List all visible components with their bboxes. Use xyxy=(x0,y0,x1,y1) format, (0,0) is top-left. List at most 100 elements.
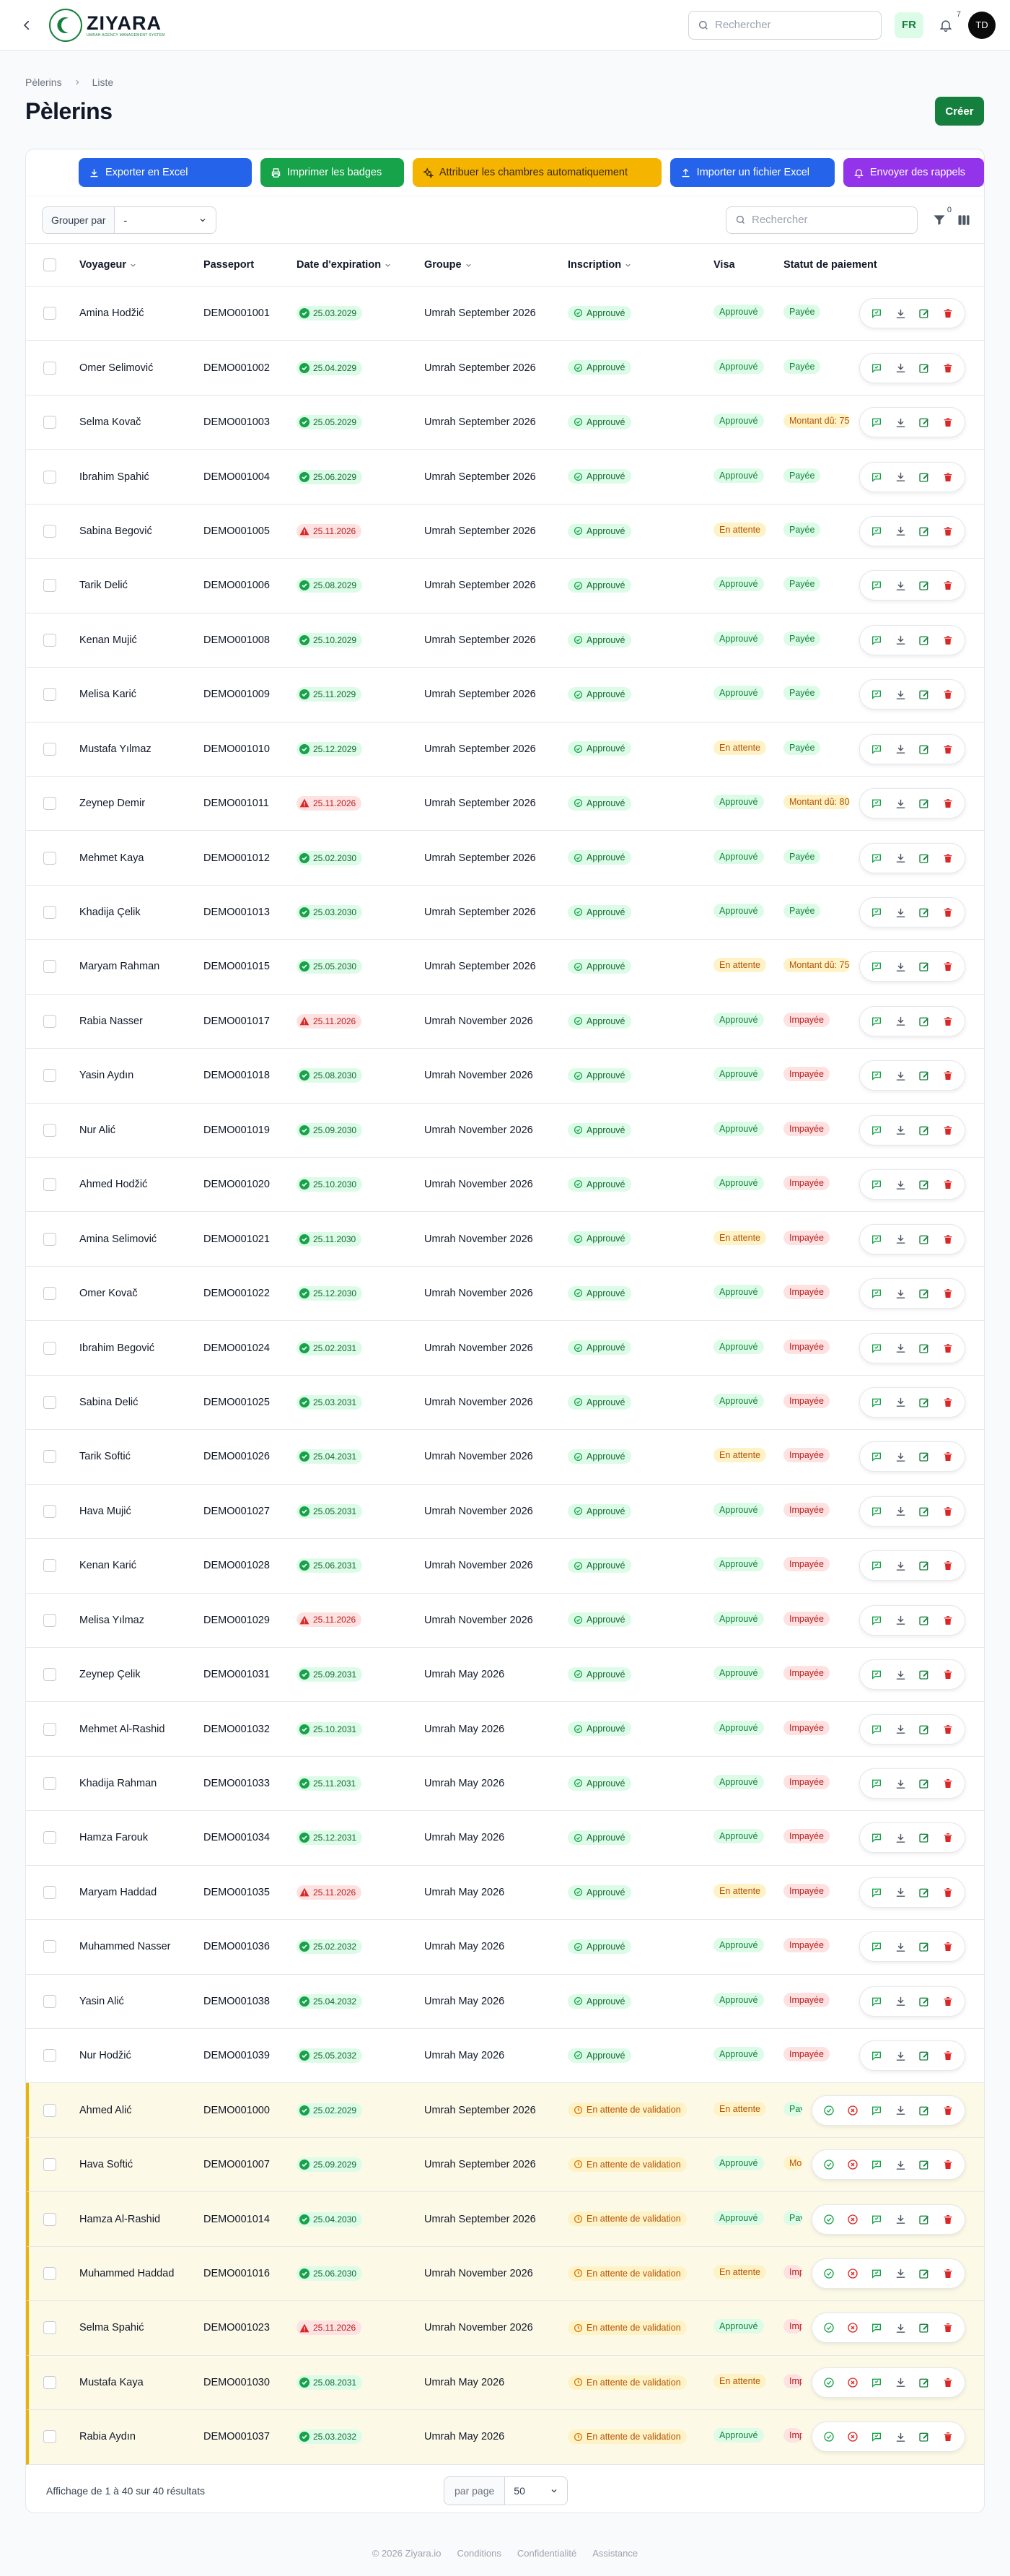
download-icon[interactable] xyxy=(894,1233,907,1246)
table-row[interactable]: Melisa Karić DEMO001009 25.11.2029 Umrah Se… xyxy=(26,668,984,722)
trash-icon[interactable] xyxy=(941,2430,954,2443)
download-icon[interactable] xyxy=(894,362,907,375)
download-icon[interactable] xyxy=(894,1723,907,1736)
table-row[interactable]: Muhammed Haddad DEMO001016 25.06.2030 Umrah… xyxy=(26,2246,984,2302)
table-row[interactable]: Ibrahim Spahić DEMO001004 25.06.2029 Umrah … xyxy=(26,450,984,505)
language-switch[interactable]: FR xyxy=(895,12,923,38)
row-checkbox[interactable] xyxy=(43,742,56,756)
edit-icon[interactable] xyxy=(918,1178,931,1191)
edit-icon[interactable] xyxy=(918,906,931,919)
reject-icon[interactable] xyxy=(846,2267,859,2280)
row-checkbox[interactable] xyxy=(43,2430,56,2444)
table-row[interactable]: Kenan Mujić DEMO001008 25.10.2029 Umrah Sep… xyxy=(26,614,984,668)
row-checkbox[interactable] xyxy=(43,1885,56,1899)
trash-icon[interactable] xyxy=(941,797,954,810)
message-icon[interactable] xyxy=(870,471,883,484)
row-checkbox[interactable] xyxy=(43,307,56,320)
traveler-name[interactable]: Ibrahim Begović xyxy=(79,1342,154,1354)
traveler-name[interactable]: Mustafa Yılmaz xyxy=(79,743,152,755)
column-expiration[interactable]: Date d'expiration xyxy=(297,259,392,271)
row-checkbox[interactable] xyxy=(43,524,56,538)
trash-icon[interactable] xyxy=(941,634,954,647)
download-icon[interactable] xyxy=(894,2158,907,2171)
table-row[interactable]: Omer Kovač DEMO001022 25.12.2030 Umrah Nove… xyxy=(26,1267,984,1322)
table-row[interactable]: Selma Kovač DEMO001003 25.05.2029 Umrah Sep… xyxy=(26,396,984,450)
edit-icon[interactable] xyxy=(918,1124,931,1137)
traveler-name[interactable]: Rabia Nasser xyxy=(79,1016,143,1027)
traveler-name[interactable]: Mehmet Kaya xyxy=(79,852,144,864)
download-icon[interactable] xyxy=(894,960,907,973)
edit-icon[interactable] xyxy=(918,1723,931,1736)
message-icon[interactable] xyxy=(870,1777,883,1790)
edit-icon[interactable] xyxy=(918,1342,931,1355)
trash-icon[interactable] xyxy=(941,743,954,756)
edit-icon[interactable] xyxy=(918,1995,931,2008)
trash-icon[interactable] xyxy=(941,1668,954,1681)
back-arrow-icon[interactable] xyxy=(16,14,38,36)
traveler-name[interactable]: Hava Softić xyxy=(79,2159,133,2170)
message-icon[interactable] xyxy=(870,1723,883,1736)
trash-icon[interactable] xyxy=(941,2321,954,2334)
table-row[interactable]: Ibrahim Begović DEMO001024 25.02.2031 Umrah… xyxy=(26,1321,984,1376)
row-checkbox[interactable] xyxy=(43,2375,56,2389)
download-icon[interactable] xyxy=(894,471,907,484)
trash-icon[interactable] xyxy=(941,471,954,484)
download-icon[interactable] xyxy=(894,525,907,538)
traveler-name[interactable]: Nur Hodžić xyxy=(79,2050,131,2061)
download-icon[interactable] xyxy=(894,1287,907,1300)
row-checkbox[interactable] xyxy=(43,1994,56,2008)
edit-icon[interactable] xyxy=(918,2376,931,2389)
trash-icon[interactable] xyxy=(941,1178,954,1191)
download-icon[interactable] xyxy=(894,1450,907,1463)
traveler-name[interactable]: Muhammed Haddad xyxy=(79,2268,174,2279)
traveler-name[interactable]: Omer Selimović xyxy=(79,362,153,374)
row-checkbox[interactable] xyxy=(43,1395,56,1409)
download-icon[interactable] xyxy=(894,1940,907,1953)
message-icon[interactable] xyxy=(870,688,883,701)
group-by-select[interactable]: Grouper par - xyxy=(42,206,216,234)
approve-icon[interactable] xyxy=(822,2158,835,2171)
message-icon[interactable] xyxy=(870,1015,883,1028)
edit-icon[interactable] xyxy=(918,1233,931,1246)
message-icon[interactable] xyxy=(870,1233,883,1246)
edit-icon[interactable] xyxy=(918,1831,931,1844)
edit-icon[interactable] xyxy=(918,1668,931,1681)
row-checkbox[interactable] xyxy=(43,2266,56,2280)
traveler-name[interactable]: Selma Kovač xyxy=(79,416,141,428)
table-row[interactable]: Tarik Delić DEMO001006 25.08.2029 Umrah Sep… xyxy=(26,559,984,614)
edit-icon[interactable] xyxy=(918,2158,931,2171)
edit-icon[interactable] xyxy=(918,525,931,538)
traveler-name[interactable]: Kenan Karić xyxy=(79,1560,136,1571)
message-icon[interactable] xyxy=(870,1342,883,1355)
traveler-name[interactable]: Amina Hodžić xyxy=(79,307,144,319)
edit-icon[interactable] xyxy=(918,1396,931,1409)
edit-icon[interactable] xyxy=(918,416,931,429)
edit-icon[interactable] xyxy=(918,1287,931,1300)
trash-icon[interactable] xyxy=(941,362,954,375)
approve-icon[interactable] xyxy=(822,2213,835,2226)
table-row[interactable]: Omer Selimović DEMO001002 25.04.2029 Umrah … xyxy=(26,341,984,396)
download-icon[interactable] xyxy=(894,2321,907,2334)
traveler-name[interactable]: Zeynep Çelik xyxy=(79,1669,141,1680)
table-row[interactable]: Mustafa Kaya DEMO001030 25.08.2031 Umrah Ma… xyxy=(26,2355,984,2411)
edit-icon[interactable] xyxy=(918,1940,931,1953)
table-row[interactable]: Mehmet Kaya DEMO001012 25.02.2030 Umrah Sep… xyxy=(26,831,984,886)
table-row[interactable]: Ahmed Hodžić DEMO001020 25.10.2030 Umrah No… xyxy=(26,1158,984,1213)
trash-icon[interactable] xyxy=(941,416,954,429)
row-checkbox[interactable] xyxy=(43,1559,56,1573)
download-icon[interactable] xyxy=(894,743,907,756)
table-row[interactable]: Hava Mujić DEMO001027 25.05.2031 Umrah Nove… xyxy=(26,1485,984,1540)
traveler-name[interactable]: Sabina Begović xyxy=(79,525,152,537)
trash-icon[interactable] xyxy=(941,1723,954,1736)
table-row[interactable]: Maryam Haddad DEMO001035 25.11.2026 Umrah M… xyxy=(26,1866,984,1921)
row-checkbox[interactable] xyxy=(43,2103,56,2117)
edit-icon[interactable] xyxy=(918,2049,931,2062)
download-icon[interactable] xyxy=(894,688,907,701)
table-row[interactable]: Yasin Aydın DEMO001018 25.08.2030 Umrah Nov… xyxy=(26,1049,984,1104)
table-row[interactable]: Tarik Softić DEMO001026 25.04.2031 Umrah No… xyxy=(26,1430,984,1485)
download-icon[interactable] xyxy=(894,1995,907,2008)
trash-icon[interactable] xyxy=(941,1614,954,1627)
support-link[interactable]: Assistance xyxy=(592,2548,638,2559)
download-icon[interactable] xyxy=(894,797,907,810)
approve-icon[interactable] xyxy=(822,2376,835,2389)
